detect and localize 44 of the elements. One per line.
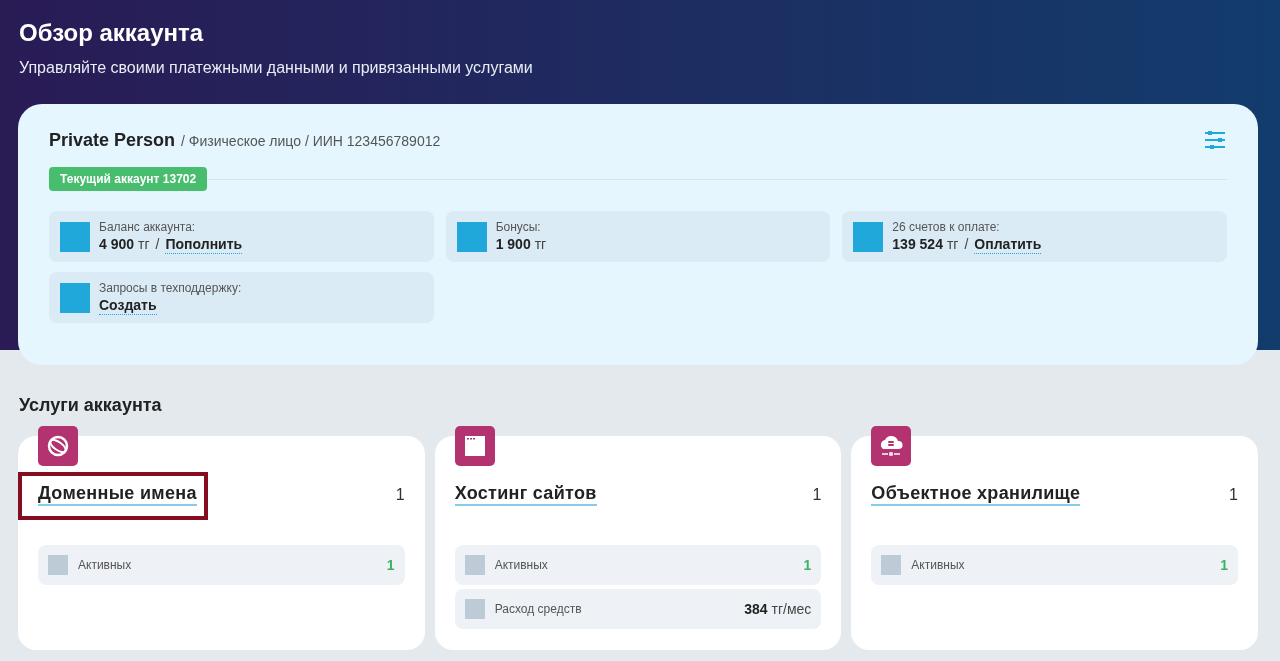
stat-value: 1 xyxy=(803,557,812,573)
tile-icon xyxy=(853,221,884,252)
tile-icon xyxy=(60,221,90,252)
tile-value: 139 524 xyxy=(892,234,943,254)
stat-icon xyxy=(881,555,902,575)
stat-value: 384 тг/мес xyxy=(744,601,812,617)
service-count: 1 xyxy=(1229,485,1238,504)
stat-value: 1 xyxy=(386,557,395,573)
current-account-badge: Текущий аккаунт 13702 xyxy=(49,167,208,191)
stat-icon xyxy=(464,599,485,619)
service-title-link[interactable]: Объектное хранилище xyxy=(871,483,1081,506)
tile-unit: тг xyxy=(946,234,959,254)
tile-label: 26 счетов к оплате: xyxy=(892,219,1001,235)
tile-value: 1 900 xyxy=(495,235,531,253)
stat-label: Активных xyxy=(78,558,133,572)
tile-icon xyxy=(60,282,90,313)
tile-action-link[interactable]: Создать xyxy=(99,295,157,315)
account-details: / Физическое лицо / ИИН 123456789012 xyxy=(181,132,441,149)
tile-label: Запросы в техподдержку: xyxy=(99,280,242,296)
tile-label: Баланс аккаунта: xyxy=(99,219,197,235)
stat-label: Расход средств xyxy=(494,602,583,616)
settings-icon[interactable] xyxy=(1203,128,1227,152)
tile-icon xyxy=(456,221,487,252)
service-title-link[interactable]: Доменные имена xyxy=(38,483,197,506)
page-subtitle: Управляйте своими платежными данными и привязанными услугами xyxy=(19,59,534,77)
tile-unit: тг xyxy=(138,234,150,254)
separator-slash: / xyxy=(155,234,160,254)
tile-label: Бонусы: xyxy=(495,220,542,235)
stat-icon xyxy=(464,555,485,575)
tile-action-link[interactable]: Пополнить xyxy=(165,234,243,254)
tile-value: 4 900 xyxy=(99,234,135,254)
stat-icon xyxy=(48,555,68,575)
service-count: 1 xyxy=(395,485,405,504)
service-count: 1 xyxy=(812,485,822,504)
tile-unit: тг xyxy=(534,235,547,253)
separator-slash: / xyxy=(964,234,969,254)
tile-action-link[interactable]: Оплатить xyxy=(974,234,1042,254)
stat-label: Активных xyxy=(911,558,966,572)
stat-label: Активных xyxy=(494,558,549,572)
section-heading: Услуги аккаунта xyxy=(19,395,163,416)
page-title: Обзор аккаунта xyxy=(19,18,205,48)
stat-value: 1 xyxy=(1220,557,1228,573)
account-name: Private Person xyxy=(49,129,176,150)
service-title-link[interactable]: Хостинг сайтов xyxy=(454,483,597,506)
